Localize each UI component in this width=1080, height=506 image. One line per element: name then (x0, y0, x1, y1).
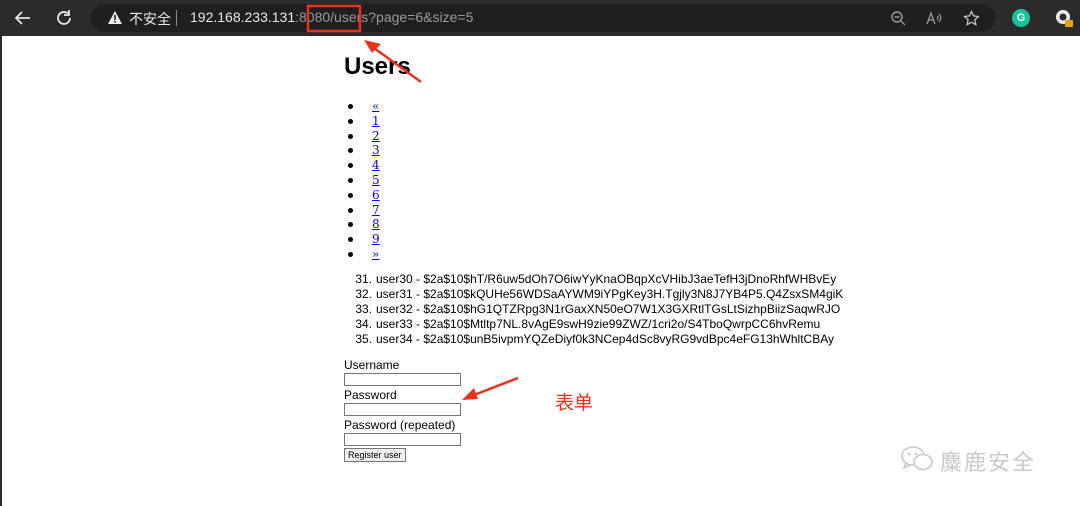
address-separator (176, 10, 177, 26)
pagination-link[interactable]: « (372, 99, 379, 113)
user-record: user33 - $2a$10$Mtltp7NL.8vAgE9swH9zie99… (376, 316, 821, 331)
page-viewport: Users «1 2 3 4 5 6 7 8 9» 31. user30 - $2a$10$hT/… (2, 36, 1080, 506)
url-host: 192.168.233.131 (190, 9, 296, 25)
username-label: Username (344, 357, 400, 372)
pagination-item: 7 (344, 203, 904, 218)
user-list-item: 31. user30 - $2a$10$hT/R6uw5dOh7O6iwYyKna… (344, 272, 904, 287)
pagination-item: 8 (344, 217, 904, 232)
pagination-link[interactable]: 8 (372, 217, 380, 231)
read-aloud-icon[interactable] (925, 9, 943, 27)
password-input[interactable] (344, 402, 461, 416)
pagination-item: 5 (344, 173, 904, 188)
pagination-link[interactable]: 7 (372, 203, 380, 217)
favorite-star-icon[interactable] (962, 9, 980, 27)
user-index: 35. (355, 331, 372, 346)
pagination-link[interactable]: 1 (372, 114, 380, 128)
reload-icon[interactable] (52, 6, 76, 30)
pagination-item: 9 (344, 232, 904, 247)
pagination-link[interactable]: 9 (372, 232, 380, 246)
url-path: :8080/users?page=6&size=5 (295, 9, 474, 25)
back-arrow-icon[interactable] (11, 6, 35, 30)
user-index: 34. (355, 316, 372, 331)
pagination-item: 6 (344, 188, 904, 203)
watermark: 麋鹿安全 (900, 445, 1036, 477)
warning-icon[interactable] (107, 10, 123, 29)
grammarly-extension-icon[interactable]: G (1012, 9, 1030, 27)
pagination-link[interactable]: 6 (372, 188, 380, 202)
user-index: 32. (355, 286, 372, 301)
user-record: user31 - $2a$10$kQUHe56WDSaAYWM9iYPgKey3… (376, 286, 844, 301)
password-label: Password (344, 387, 397, 402)
user-record: user30 - $2a$10$hT/R6uw5dOh7O6iwYyKnaOBq… (376, 271, 837, 286)
password-repeated-label: Password (repeated) (344, 417, 456, 432)
user-record: user32 - $2a$10$hG1QTZRpg3N1rGaxXN50eO7W… (376, 301, 841, 316)
pagination-item: « (344, 99, 904, 114)
username-input[interactable] (344, 372, 461, 386)
pagination-item: 4 (344, 158, 904, 173)
pagination-link[interactable]: 3 (372, 143, 380, 157)
user-index: 33. (355, 301, 372, 316)
extension-icon[interactable] (1054, 8, 1074, 28)
register-user-button[interactable]: Register user (344, 447, 406, 462)
pagination-link[interactable]: 4 (372, 158, 380, 172)
page-title: Users (344, 53, 411, 80)
user-list-item: 33. user32 - $2a$10$hG1QTZRpg3N1rGaxXN50e… (344, 302, 904, 317)
user-record: user34 - $2a$10$unB5ivpmYQZeDiyf0k3NCep4… (376, 331, 835, 346)
main-content: Users «1 2 3 4 5 6 7 8 9» 31. user30 - $2a$10$hT/… (344, 52, 904, 462)
pagination-link[interactable]: » (372, 247, 379, 261)
browser-toolbar: 不安全 192.168.233.131:8080/users?page=6&si… (0, 0, 1080, 36)
user-list-item: 34. user33 - $2a$10$Mtltp7NL.8vAgE9swH9zi… (344, 317, 904, 332)
address-bar[interactable]: 不安全 192.168.233.131:8080/users?page=6&si… (91, 4, 995, 32)
pagination-item: » (344, 247, 904, 262)
register-form: Username Password Password (repeated) Re… (344, 358, 904, 462)
user-index: 31. (355, 271, 372, 286)
user-list-item: 35. user34 - $2a$10$unB5ivpmYQZeDiyf0k3NC… (344, 332, 904, 347)
watermark-text: 麋鹿安全 (940, 451, 1037, 476)
form-annotation-label: 表单 (555, 392, 594, 414)
user-list: 31. user30 - $2a$10$hT/R6uw5dOh7O6iwYyKna… (344, 272, 904, 347)
url-text[interactable]: 192.168.233.131:8080/users?page=6&size=5 (190, 9, 473, 25)
pagination-link[interactable]: 2 (372, 129, 380, 143)
pagination-list: «1 2 3 4 5 6 7 8 9» (344, 99, 904, 262)
pagination-link[interactable]: 5 (372, 173, 380, 187)
zoom-icon[interactable] (889, 9, 907, 27)
pagination-item: 3 (344, 143, 904, 158)
user-list-item: 32. user31 - $2a$10$kQUHe56WDSaAYWM9iYPgK… (344, 287, 904, 302)
pagination-item: 1 (344, 114, 904, 129)
security-label[interactable]: 不安全 (129, 9, 171, 29)
pagination-item: 2 (344, 129, 904, 144)
wechat-icon (900, 445, 934, 477)
password-repeated-input[interactable] (344, 432, 461, 446)
